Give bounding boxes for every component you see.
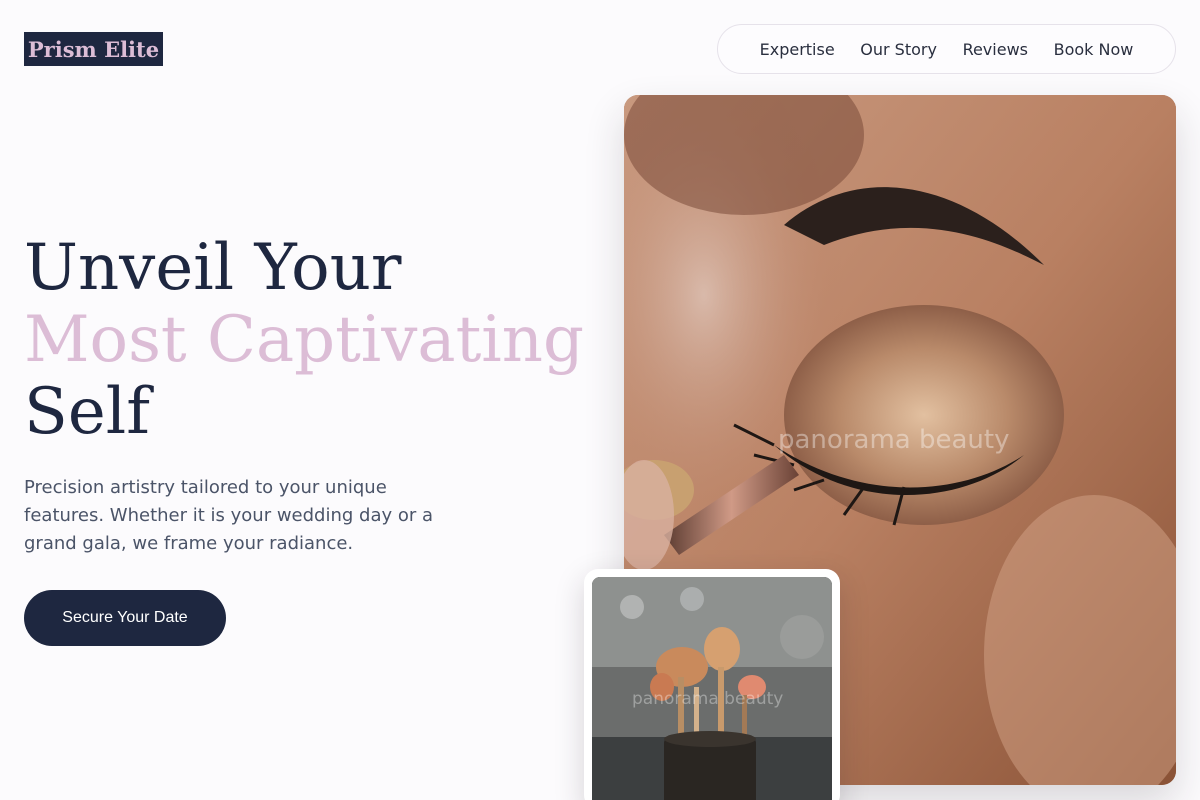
makeup-brushes-illustration [592, 577, 832, 800]
nav-item-expertise[interactable]: Expertise [760, 40, 835, 59]
brand-logo[interactable]: Prism Elite [24, 32, 163, 66]
hero-headline: Unveil Your Most Captivating Self [24, 232, 584, 448]
hero-headline-line-3: Self [24, 375, 150, 449]
brand-logo-text: Prism Elite [27, 36, 160, 62]
nav-item-book-now[interactable]: Book Now [1054, 40, 1134, 59]
main-nav: Expertise Our Story Reviews Book Now [717, 24, 1176, 74]
nav-item-our-story[interactable]: Our Story [860, 40, 937, 59]
nav-item-reviews[interactable]: Reviews [963, 40, 1028, 59]
makeup-brushes-photo: panorama beauty [592, 577, 832, 800]
hero-subtext: Precision artistry tailored to your uniq… [24, 477, 434, 554]
secure-date-button[interactable]: Secure Your Date [24, 590, 226, 646]
hero-headline-line-1: Unveil Your [24, 231, 402, 305]
hero-headline-accent: Most Captivating [24, 303, 584, 377]
landing-page: Prism Elite Expertise Our Story Reviews … [0, 0, 1200, 800]
brushes-photo-card: panorama beauty [584, 569, 840, 800]
